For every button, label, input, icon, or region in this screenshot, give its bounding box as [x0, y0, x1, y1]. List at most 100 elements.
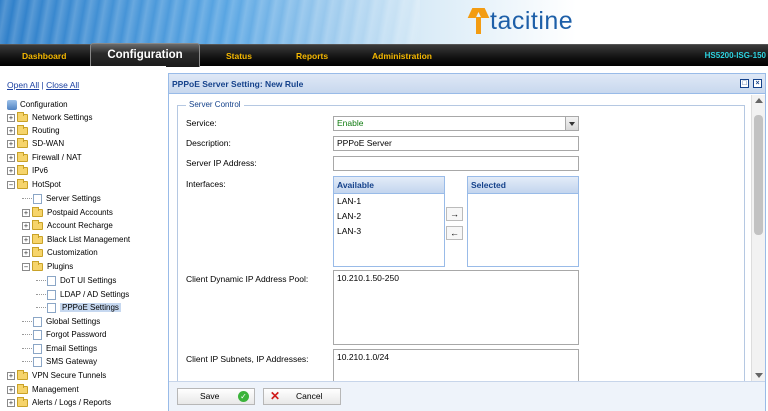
tree-controls: Open All | Close All — [7, 80, 79, 90]
expand-icon[interactable]: + — [7, 385, 15, 394]
panel-title-bar: PPPoE Server Setting: New Rule □ × — [169, 74, 765, 94]
server-ip-label: Server IP Address: — [186, 158, 257, 168]
server-ip-input[interactable] — [333, 156, 579, 171]
tree-item-firewall-nat[interactable]: + Firewall / NAT — [7, 151, 82, 164]
scroll-down-icon[interactable] — [755, 373, 763, 378]
expand-icon[interactable]: + — [7, 113, 15, 122]
folder-icon — [32, 233, 43, 244]
cancel-button[interactable]: ✕ Cancel — [263, 388, 341, 405]
checkmark-icon: ✓ — [238, 391, 249, 402]
expand-icon[interactable]: + — [22, 235, 30, 244]
list-item[interactable]: LAN-3 — [334, 224, 444, 239]
available-header: Available — [334, 177, 444, 194]
folder-icon — [32, 206, 43, 217]
tree-item-dot-ui-settings[interactable]: DoT UI Settings — [36, 274, 116, 287]
tree-item-routing[interactable]: + Routing — [7, 124, 60, 137]
expand-icon[interactable]: + — [7, 126, 15, 135]
move-left-button[interactable]: ← — [446, 226, 463, 240]
subnets-textarea[interactable]: 10.210.1.0/24 — [333, 349, 579, 381]
move-right-button[interactable]: → — [446, 207, 463, 221]
expand-icon[interactable]: + — [22, 208, 30, 217]
close-icon[interactable]: × — [753, 79, 762, 88]
page-icon — [33, 329, 42, 340]
nav-configuration[interactable]: Configuration — [90, 43, 200, 67]
page-icon — [47, 302, 56, 313]
tree-item-vpn-secure-tunnels[interactable]: + VPN Secure Tunnels — [7, 369, 106, 382]
tree-item-network-settings[interactable]: + Network Settings — [7, 111, 92, 124]
panel-scrollbar[interactable] — [751, 95, 765, 381]
tree-item-alerts-logs-reports[interactable]: + Alerts / Logs / Reports — [7, 396, 111, 409]
fieldset-legend: Server Control — [186, 100, 244, 109]
tacitine-logo: tacitine — [467, 6, 574, 36]
selected-interfaces-list[interactable]: Selected — [467, 176, 579, 267]
dynamic-pool-textarea[interactable]: 10.210.1.50-250 — [333, 270, 579, 345]
folder-open-icon — [32, 260, 43, 271]
tree-item-server-settings[interactable]: Server Settings — [22, 192, 101, 205]
page-icon — [47, 275, 56, 286]
tree-item-account-recharge[interactable]: + Account Recharge — [22, 219, 113, 232]
tree-item-sms-gateway[interactable]: SMS Gateway — [22, 355, 97, 368]
scroll-thumb[interactable] — [754, 115, 763, 235]
interfaces-label: Interfaces: — [186, 179, 226, 189]
tree-item-customization[interactable]: + Customization — [22, 246, 98, 259]
folder-icon — [17, 164, 28, 175]
tree-item-ipv6[interactable]: + IPv6 — [7, 164, 48, 177]
available-interfaces-list[interactable]: Available LAN-1 LAN-2 LAN-3 — [333, 176, 445, 267]
expand-icon[interactable]: + — [7, 166, 15, 175]
folder-open-icon — [17, 178, 28, 189]
tree-item-black-list-management[interactable]: + Black List Management — [22, 233, 130, 246]
page-icon — [33, 343, 42, 354]
tree-item-hotspot[interactable]: − HotSpot — [7, 178, 61, 191]
open-all-link[interactable]: Open All — [7, 80, 39, 90]
nav-status[interactable]: Status — [226, 45, 252, 67]
tree-item-email-settings[interactable]: Email Settings — [22, 342, 97, 355]
description-input[interactable]: PPPoE Server — [333, 136, 579, 151]
expand-icon[interactable]: + — [7, 139, 15, 148]
tree-item-plugins[interactable]: − Plugins — [22, 260, 73, 273]
tree-root-configuration[interactable]: Configuration — [7, 98, 68, 111]
logo-text: tacitine — [490, 6, 574, 35]
expand-icon[interactable]: + — [22, 221, 30, 230]
folder-icon — [17, 137, 28, 148]
config-tree-sidebar: Open All | Close All Configuration + Netw… — [0, 66, 166, 411]
folder-icon — [32, 219, 43, 230]
expand-icon[interactable]: + — [7, 371, 15, 380]
close-all-link[interactable]: Close All — [46, 80, 79, 90]
subnets-label: Client IP Subnets, IP Addresses: — [186, 354, 309, 364]
service-selected-value: Enable — [337, 118, 364, 128]
save-button[interactable]: Save ✓ — [177, 388, 255, 405]
app-header: tacitine — [0, 0, 768, 44]
nav-administration[interactable]: Administration — [372, 45, 432, 67]
selected-header: Selected — [468, 177, 578, 194]
tree-item-forgot-password[interactable]: Forgot Password — [22, 328, 106, 341]
collapse-icon[interactable]: − — [7, 180, 15, 189]
tree-item-global-settings[interactable]: Global Settings — [22, 315, 100, 328]
folder-icon — [17, 111, 28, 122]
nav-dashboard[interactable]: Dashboard — [22, 45, 66, 67]
expand-icon[interactable]: + — [7, 398, 15, 407]
page-icon — [33, 316, 42, 327]
logo-mark-icon — [467, 8, 490, 34]
expand-icon[interactable]: + — [22, 248, 30, 257]
chevron-down-icon[interactable] — [565, 117, 578, 130]
panel-footer: Save ✓ ✕ Cancel — [169, 381, 765, 411]
scroll-up-icon[interactable] — [755, 98, 763, 103]
panel-title: PPPoE Server Setting: New Rule — [172, 79, 304, 89]
tree-controls-separator: | — [41, 80, 44, 90]
folder-icon — [17, 369, 28, 380]
list-item[interactable]: LAN-1 — [334, 194, 444, 209]
tree-item-sd-wan[interactable]: + SD-WAN — [7, 137, 64, 150]
device-model: HS5200-ISG-150 — [704, 51, 766, 60]
tree-item-management[interactable]: + Management — [7, 383, 79, 396]
collapse-icon[interactable]: − — [22, 262, 30, 271]
nav-reports[interactable]: Reports — [296, 45, 328, 67]
list-item[interactable]: LAN-2 — [334, 209, 444, 224]
page-icon — [47, 289, 56, 300]
tree-item-postpaid-accounts[interactable]: + Postpaid Accounts — [22, 206, 113, 219]
tree-item-pppoe-settings[interactable]: PPPoE Settings — [36, 301, 121, 314]
cancel-x-icon: ✕ — [270, 389, 281, 403]
maximize-icon[interactable]: □ — [740, 79, 749, 88]
tree-item-ldap-ad-settings[interactable]: LDAP / AD Settings — [36, 288, 129, 301]
expand-icon[interactable]: + — [7, 153, 15, 162]
service-select[interactable]: Enable — [333, 116, 579, 131]
